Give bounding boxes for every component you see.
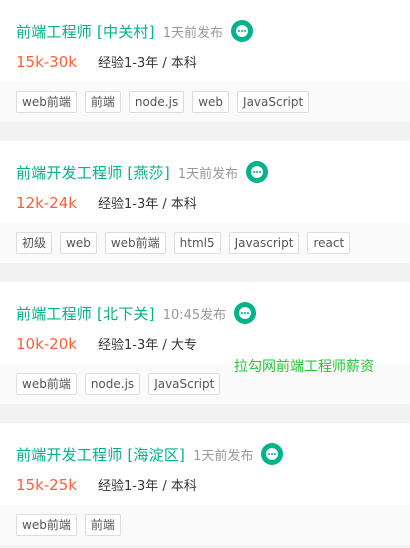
job-card-header: 前端开发工程师 [海淀区] 1天前发布 15k-25k 经验1-3年 / 本科 xyxy=(0,423,410,505)
tag[interactable]: web前端 xyxy=(16,373,77,395)
tag-list: 初级 web web前端 html5 Javascript react xyxy=(0,223,410,263)
chat-icon[interactable] xyxy=(246,161,269,183)
tag[interactable]: web前端 xyxy=(16,514,77,536)
job-title[interactable]: 前端开发工程师 [海淀区] xyxy=(16,444,185,465)
chat-icon[interactable] xyxy=(234,302,257,324)
job-list: 前端工程师 [中关村] 1天前发布 15k-30k 经验1-3年 / 本科 we… xyxy=(0,0,410,548)
job-requirement: 经验1-3年 / 本科 xyxy=(98,56,197,71)
salary-ad-link[interactable]: 拉勾网前端工程师薪资 xyxy=(234,356,374,376)
job-card[interactable]: 前端开发工程师 [海淀区] 1天前发布 15k-25k 经验1-3年 / 本科 … xyxy=(0,423,410,545)
tag[interactable]: JavaScript xyxy=(237,91,310,113)
post-time: 1天前发布 xyxy=(162,25,223,41)
tag[interactable]: 前端 xyxy=(84,514,121,536)
job-meta-row: 15k-30k 经验1-3年 / 本科 xyxy=(16,52,197,71)
job-card-header: 前端工程师 [北下关] 10:45发布 10k-20k 经验1-3年 / 大专 xyxy=(0,282,410,364)
job-title[interactable]: 前端开发工程师 [燕莎] xyxy=(16,162,170,183)
job-requirement: 经验1-3年 / 本科 xyxy=(98,197,197,212)
tag[interactable]: web前端 xyxy=(104,232,166,254)
job-card-header: 前端开发工程师 [燕莎] 1天前发布 12k-24k 经验1-3年 / 本科 xyxy=(0,141,410,223)
post-time: 10:45发布 xyxy=(162,307,227,323)
post-time: 1天前发布 xyxy=(177,166,239,182)
job-title[interactable]: 前端工程师 [北下关] xyxy=(16,303,155,324)
job-card-header: 前端工程师 [中关村] 1天前发布 15k-30k 经验1-3年 / 本科 xyxy=(0,0,410,82)
tag[interactable]: html5 xyxy=(173,232,221,254)
tag[interactable]: react xyxy=(307,232,351,254)
job-title[interactable]: 前端工程师 [中关村] xyxy=(16,21,155,42)
tag[interactable]: 初级 xyxy=(16,232,53,254)
chat-icon[interactable] xyxy=(230,20,253,42)
job-meta-row: 12k-24k 经验1-3年 / 本科 xyxy=(16,193,197,212)
tag[interactable]: web前端 xyxy=(16,91,77,113)
job-title-row: 前端开发工程师 [燕莎] 1天前发布 xyxy=(16,161,269,183)
job-title-row: 前端工程师 [中关村] 1天前发布 xyxy=(16,20,253,42)
job-title-row: 前端开发工程师 [海淀区] 1天前发布 xyxy=(16,443,284,465)
tag[interactable]: node.js xyxy=(128,91,185,113)
salary: 15k-25k xyxy=(16,476,77,494)
job-meta-row: 15k-25k 经验1-3年 / 本科 xyxy=(16,475,197,494)
tag-list: web前端 前端 node.js web JavaScript xyxy=(0,82,410,122)
salary: 15k-30k xyxy=(16,53,77,71)
tag[interactable]: node.js xyxy=(84,373,141,395)
tag-list: web前端 前端 xyxy=(0,505,410,545)
job-card[interactable]: 前端开发工程师 [燕莎] 1天前发布 12k-24k 经验1-3年 / 本科 初… xyxy=(0,141,410,263)
salary: 12k-24k xyxy=(16,194,77,212)
tag[interactable]: JavaScript xyxy=(148,373,221,395)
job-card[interactable]: 前端工程师 [中关村] 1天前发布 15k-30k 经验1-3年 / 本科 we… xyxy=(0,0,410,122)
tag[interactable]: web xyxy=(192,91,230,113)
salary: 10k-20k xyxy=(16,335,77,353)
chat-icon[interactable] xyxy=(261,443,284,465)
job-card[interactable]: 前端工程师 [北下关] 10:45发布 10k-20k 经验1-3年 / 大专 … xyxy=(0,282,410,404)
post-time: 1天前发布 xyxy=(193,448,254,464)
job-requirement: 经验1-3年 / 本科 xyxy=(98,479,197,494)
tag[interactable]: 前端 xyxy=(84,91,121,113)
job-title-row: 前端工程师 [北下关] 10:45发布 xyxy=(16,302,257,324)
job-meta-row: 10k-20k 经验1-3年 / 大专 xyxy=(16,334,197,353)
tag[interactable]: web xyxy=(60,232,97,254)
tag[interactable]: Javascript xyxy=(228,232,300,254)
job-requirement: 经验1-3年 / 大专 xyxy=(98,338,197,353)
